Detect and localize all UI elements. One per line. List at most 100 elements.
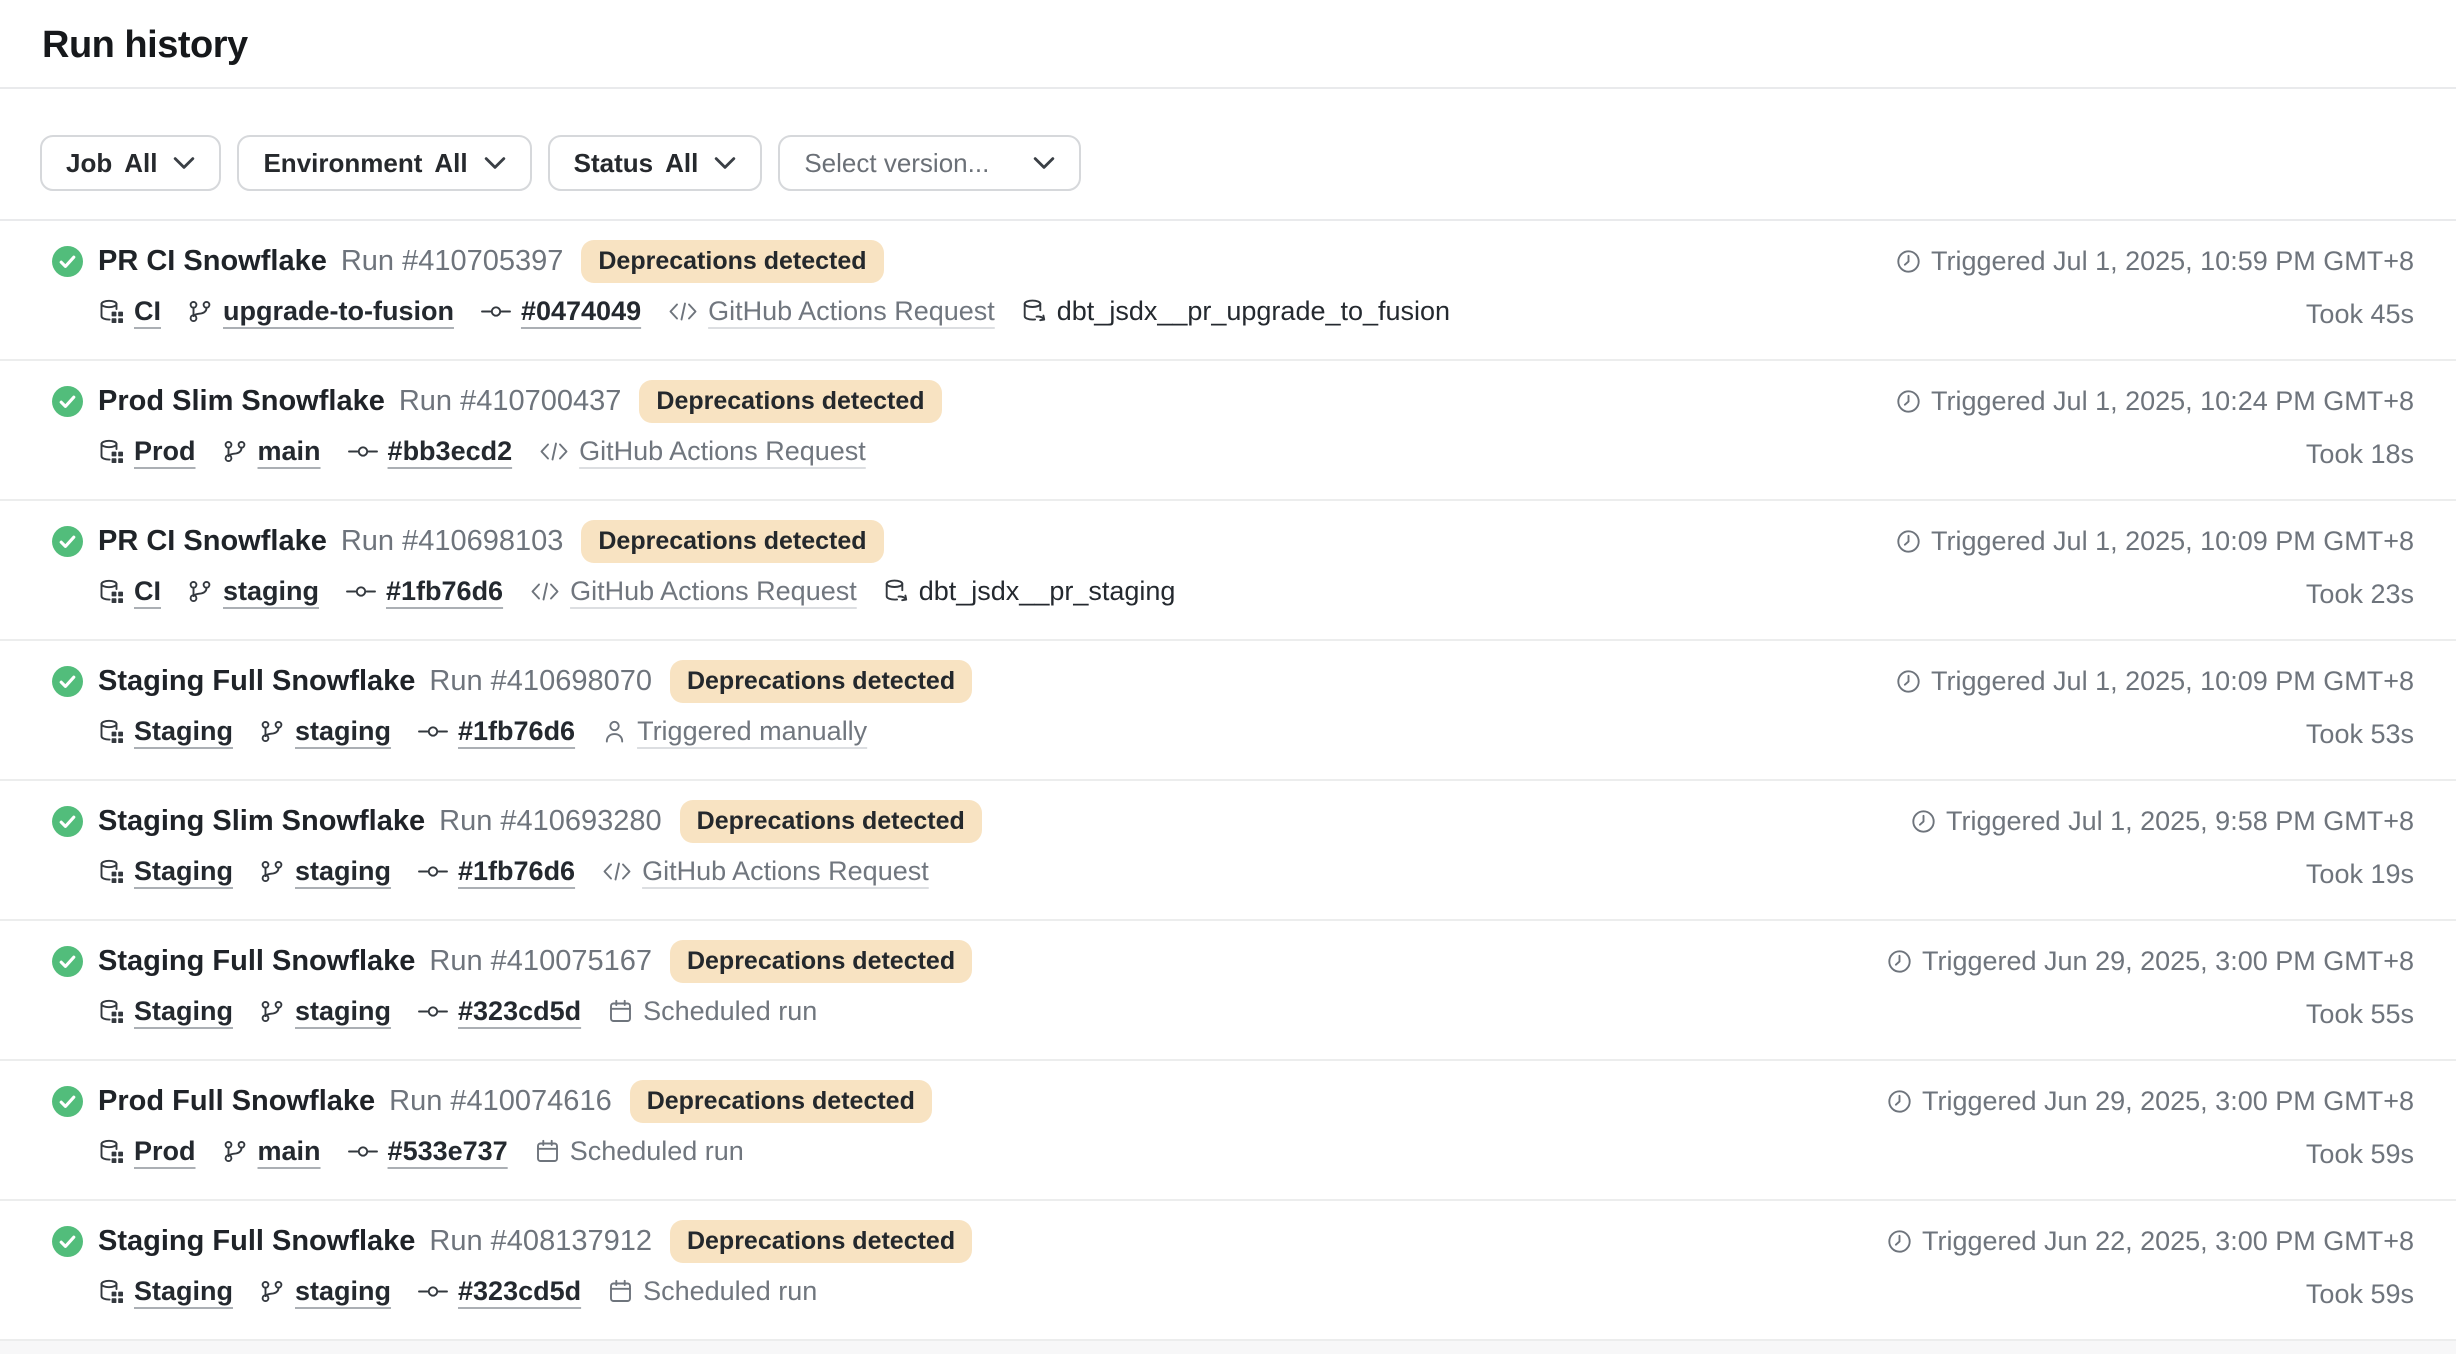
job-name-link[interactable]: PR CI Snowflake <box>98 245 327 278</box>
branch-link[interactable]: staging <box>295 996 391 1027</box>
trigger-label: GitHub Actions Request <box>570 576 857 607</box>
commit-link[interactable]: #1fb76d6 <box>458 716 575 747</box>
status-filter-value: All <box>665 148 698 179</box>
person-icon <box>601 718 628 745</box>
branch-link[interactable]: staging <box>295 716 391 747</box>
environment-database-icon <box>98 578 125 605</box>
branch-meta: staging <box>259 1276 391 1307</box>
environment-database-icon <box>98 438 125 465</box>
environment-link[interactable]: CI <box>134 576 161 607</box>
run-row: Staging Slim Snowflake Run #410693280 De… <box>0 781 2456 921</box>
environment-database-icon <box>98 858 125 885</box>
triggered-time: Triggered Jul 1, 2025, 9:58 PM GMT+8 <box>1946 806 2414 837</box>
environment-database-icon <box>98 1138 125 1165</box>
trigger-meta: GitHub Actions Request <box>667 296 995 327</box>
branch-link[interactable]: staging <box>295 856 391 887</box>
branch-link[interactable]: upgrade-to-fusion <box>223 296 454 327</box>
deprecations-badge: Deprecations detected <box>670 940 972 983</box>
git-branch-icon <box>259 1278 286 1305</box>
run-duration: Took 45s <box>2306 299 2414 330</box>
commit-link[interactable]: #533e737 <box>388 1136 508 1167</box>
environment-meta: Prod <box>98 436 196 467</box>
git-commit-icon <box>417 998 449 1025</box>
triggered-time: Triggered Jun 22, 2025, 3:00 PM GMT+8 <box>1922 1226 2414 1257</box>
run-number: Run #410698070 <box>429 665 652 698</box>
calendar-icon <box>607 1278 634 1305</box>
environment-meta: Staging <box>98 856 233 887</box>
run-row-timing: Triggered Jul 1, 2025, 10:59 PM GMT+8 To… <box>1895 239 2414 359</box>
run-row-timing: Triggered Jul 1, 2025, 9:58 PM GMT+8 Too… <box>1910 799 2414 919</box>
success-check-icon <box>52 806 83 837</box>
run-row-main: Prod Full Snowflake Run #410074616 Depre… <box>52 1079 932 1199</box>
code-icon <box>529 578 561 605</box>
run-list: PR CI Snowflake Run #410705397 Deprecati… <box>0 221 2456 1341</box>
trigger-label: GitHub Actions Request <box>579 436 866 467</box>
branch-meta: staging <box>259 716 391 747</box>
success-check-icon <box>52 1226 83 1257</box>
version-select[interactable]: Select version... <box>778 135 1081 191</box>
environment-link[interactable]: Staging <box>134 856 233 887</box>
status-filter-button[interactable]: Status All <box>548 135 763 191</box>
commit-meta: #323cd5d <box>417 996 581 1027</box>
job-name-link[interactable]: Staging Full Snowflake <box>98 945 415 978</box>
git-branch-icon <box>259 718 286 745</box>
git-commit-icon <box>417 1278 449 1305</box>
job-name-link[interactable]: Prod Slim Snowflake <box>98 385 385 418</box>
code-icon <box>538 438 570 465</box>
environment-link[interactable]: CI <box>134 296 161 327</box>
triggered-time: Triggered Jul 1, 2025, 10:59 PM GMT+8 <box>1931 246 2414 277</box>
branch-link[interactable]: staging <box>295 1276 391 1307</box>
environment-filter-button[interactable]: Environment All <box>237 135 531 191</box>
commit-link[interactable]: #0474049 <box>521 296 641 327</box>
commit-meta: #533e737 <box>347 1136 508 1167</box>
environment-database-icon <box>98 998 125 1025</box>
job-name-link[interactable]: Prod Full Snowflake <box>98 1085 375 1118</box>
clock-icon <box>1895 528 1922 555</box>
code-icon <box>667 298 699 325</box>
deprecations-badge: Deprecations detected <box>581 520 883 563</box>
run-row-timing: Triggered Jul 1, 2025, 10:09 PM GMT+8 To… <box>1895 659 2414 779</box>
commit-link[interactable]: #bb3ecd2 <box>388 436 513 467</box>
job-name-link[interactable]: PR CI Snowflake <box>98 525 327 558</box>
job-name-link[interactable]: Staging Full Snowflake <box>98 665 415 698</box>
run-row-main: Prod Slim Snowflake Run #410700437 Depre… <box>52 379 942 499</box>
trigger-label: GitHub Actions Request <box>642 856 929 887</box>
database-arrow-icon <box>883 578 910 605</box>
environment-link[interactable]: Staging <box>134 996 233 1027</box>
commit-meta: #1fb76d6 <box>417 716 575 747</box>
environment-link[interactable]: Prod <box>134 436 196 467</box>
git-commit-icon <box>345 578 377 605</box>
filter-bar: Job All Environment All Status All Selec… <box>40 135 2414 219</box>
commit-link[interactable]: #323cd5d <box>458 996 581 1027</box>
commit-link[interactable]: #1fb76d6 <box>386 576 503 607</box>
run-row-main: PR CI Snowflake Run #410705397 Deprecati… <box>52 239 1450 359</box>
commit-link[interactable]: #323cd5d <box>458 1276 581 1307</box>
filter-section: Job All Environment All Status All Selec… <box>0 135 2456 221</box>
job-name-link[interactable]: Staging Slim Snowflake <box>98 805 425 838</box>
chevron-down-icon <box>484 156 506 170</box>
calendar-icon <box>534 1138 561 1165</box>
git-commit-icon <box>417 718 449 745</box>
job-name-link[interactable]: Staging Full Snowflake <box>98 1225 415 1258</box>
environment-meta: Staging <box>98 716 233 747</box>
job-filter-button[interactable]: Job All <box>40 135 221 191</box>
environment-link[interactable]: Prod <box>134 1136 196 1167</box>
run-number: Run #410705397 <box>341 245 564 278</box>
success-check-icon <box>52 526 83 557</box>
run-row-main: Staging Full Snowflake Run #408137912 De… <box>52 1219 972 1339</box>
schema-meta: dbt_jsdx__pr_upgrade_to_fusion <box>1021 296 1450 327</box>
branch-link[interactable]: staging <box>223 576 319 607</box>
commit-meta: #0474049 <box>480 296 641 327</box>
run-row-main: Staging Slim Snowflake Run #410693280 De… <box>52 799 982 919</box>
commit-link[interactable]: #1fb76d6 <box>458 856 575 887</box>
run-row: Staging Full Snowflake Run #410698070 De… <box>0 641 2456 781</box>
branch-link[interactable]: main <box>258 1136 321 1167</box>
environment-link[interactable]: Staging <box>134 1276 233 1307</box>
run-duration: Took 59s <box>2306 1279 2414 1310</box>
trigger-label: GitHub Actions Request <box>708 296 995 327</box>
branch-link[interactable]: main <box>258 436 321 467</box>
environment-meta: Prod <box>98 1136 196 1167</box>
environment-link[interactable]: Staging <box>134 716 233 747</box>
trigger-meta: Scheduled run <box>607 1276 817 1307</box>
deprecations-badge: Deprecations detected <box>581 240 883 283</box>
